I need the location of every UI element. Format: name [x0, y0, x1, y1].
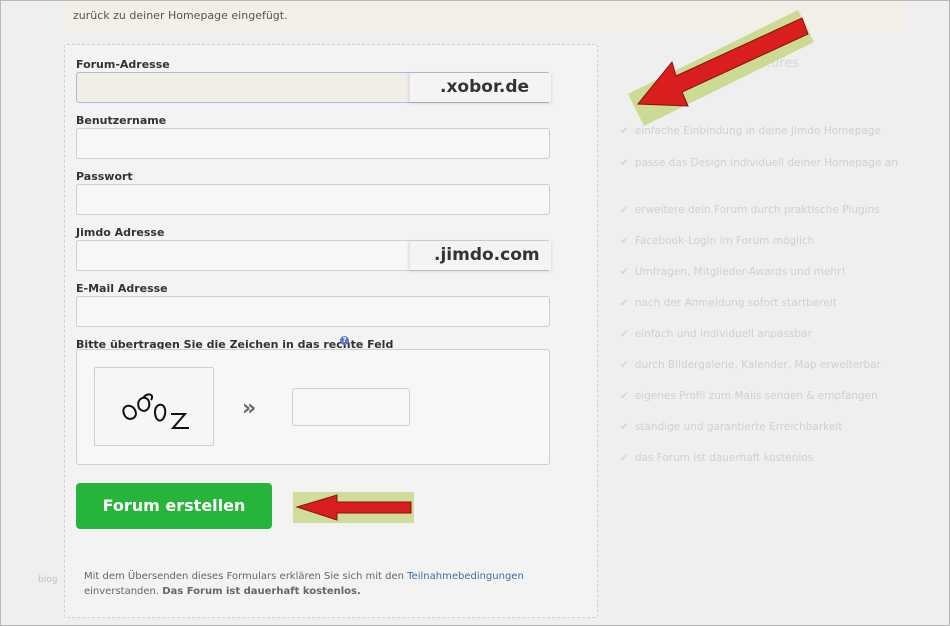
feature-text: durch Bildergalerie, Kalender, Map erwei… [634, 359, 881, 371]
feature-text: eigenes Profil zum Mails senden & empfan… [634, 390, 878, 402]
username-label: Benutzername [76, 114, 167, 127]
check-icon: ✔ [620, 328, 629, 340]
terms-free-note: Das Forum ist dauerhaft kostenlos. [162, 586, 361, 597]
check-icon: ✔ [620, 297, 629, 309]
feature-item: ✔ erweitere dein Forum durch praktische P… [620, 201, 900, 219]
forum-address-suffix: .xobor.de [409, 73, 551, 102]
feature-item: ✔ Facebook-Login im Forum möglich [620, 232, 900, 250]
feature-item: ✔ das Forum ist dauerhaft kostenlos [620, 449, 900, 467]
feature-text: das Forum ist dauerhaft kostenlos [634, 452, 814, 464]
check-icon: ✔ [620, 125, 629, 137]
check-icon: ✔ [620, 266, 629, 278]
feature-text: passe das Design individuell deiner Home… [634, 157, 898, 169]
captcha-image [94, 367, 214, 446]
feature-item: ✔ einfache Einbindung in deine Jimdo Home… [620, 122, 900, 140]
notice-text: zurück zu deiner Homepage eingefügt. [73, 9, 288, 22]
terms-prefix: Mit dem Übersenden dieses Formulars erkl… [84, 571, 408, 582]
jimdo-address-suffix: .jimdo.com [409, 241, 551, 270]
feature-text: Umfragen, Mitglieder-Awards und mehr! [634, 266, 846, 278]
feature-text: einfache Einbindung in deine Jimdo Homep… [634, 125, 881, 137]
feature-text: Facebook-Login im Forum möglich [634, 235, 815, 247]
captcha-arrow-icon: » [242, 396, 257, 421]
feature-text: erweitere dein Forum durch praktische Pl… [634, 204, 880, 216]
check-icon: ✔ [620, 235, 629, 247]
feature-text: einfach und individuell anpassbar [634, 328, 812, 340]
feature-text: ständige und garantierte Erreichbarkeit [634, 421, 843, 433]
forum-address-label: Forum-Adresse [76, 58, 170, 71]
username-field[interactable] [76, 128, 550, 159]
forum-address-field[interactable]: .xobor.de [76, 72, 551, 103]
jimdo-address-field[interactable]: .jimdo.com [76, 240, 551, 271]
feature-item: ✔ einfach und individuell anpassbar [620, 325, 900, 343]
feature-item: ✔ nach der Anmeldung sofort startbereit [620, 294, 900, 312]
terms-link[interactable]: Teilnahmebedingungen [407, 571, 524, 582]
jimdo-address-label: Jimdo Adresse [76, 226, 165, 239]
check-icon: ✔ [620, 157, 629, 169]
feature-item: ✔ eigenes Profil zum Mails senden & empfa… [620, 387, 900, 405]
big-red-arrow-icon [628, 10, 814, 126]
feature-item: ✔ durch Bildergalerie, Kalender, Map erwe… [620, 356, 900, 374]
create-forum-button[interactable]: Forum erstellen [76, 483, 272, 529]
password-label: Passwort [76, 170, 133, 183]
check-icon: ✔ [620, 452, 629, 464]
feature-text: nach der Anmeldung sofort startbereit [634, 297, 837, 309]
terms-text: Mit dem Übersenden dieses Formulars erkl… [84, 569, 524, 599]
feature-item: ✔ Umfragen, Mitglieder-Awards und mehr! [620, 263, 900, 281]
password-field[interactable] [76, 184, 550, 215]
question-icon[interactable]: ? [340, 336, 349, 345]
blog-tag: blog [38, 575, 58, 585]
check-icon: ✔ [620, 359, 629, 371]
feature-item: ✔ ständige und garantierte Erreichbarkeit [620, 418, 900, 436]
captcha-input[interactable] [292, 388, 410, 426]
check-icon: ✔ [620, 204, 629, 216]
red-arrow-icon [293, 492, 414, 523]
terms-suffix: einverstanden. [84, 586, 163, 597]
email-field[interactable] [76, 296, 550, 327]
check-icon: ✔ [620, 390, 629, 402]
check-icon: ✔ [620, 421, 629, 433]
feature-item: ✔ passe das Design individuell deiner Hom… [620, 154, 900, 172]
email-label: E-Mail Adresse [76, 282, 168, 295]
